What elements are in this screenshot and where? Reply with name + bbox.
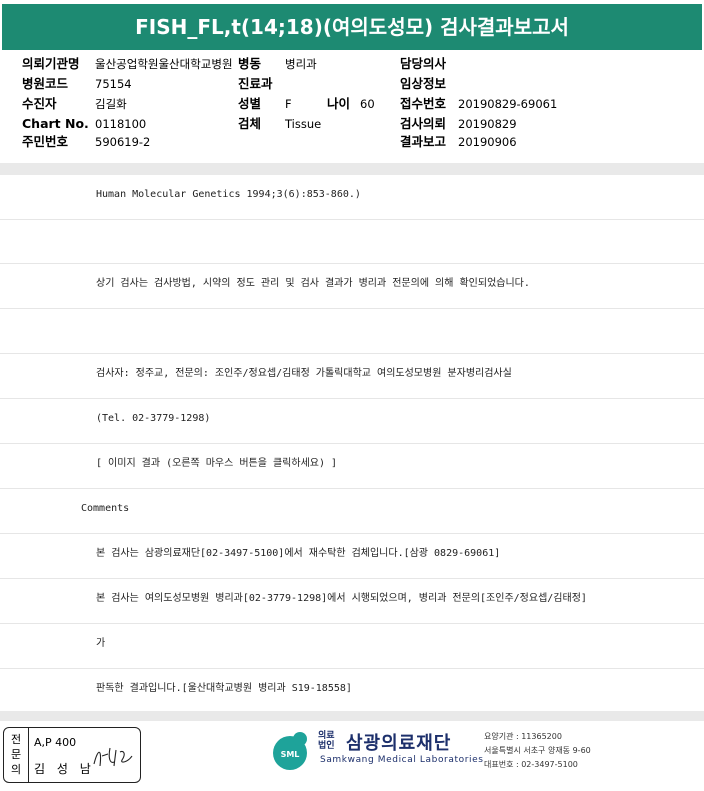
- report-line-text: 가: [96, 638, 106, 649]
- sml-logo-icon: SML: [273, 732, 307, 770]
- sex-label: 성별: [238, 96, 262, 111]
- report-line-text: 상기 검사는 검사방법, 시약의 정도 관리 및 검사 결과가 병리과 전문의에…: [96, 278, 530, 289]
- institution-code: 요양기관 : 11365200: [484, 732, 562, 741]
- receipt-value: 20190829-69061: [458, 97, 558, 111]
- stamp-name: 김 성 남: [34, 762, 95, 776]
- report-date-label: 결과보고: [400, 134, 447, 149]
- age-label: 나이: [327, 96, 351, 111]
- institution-value: 울산공업학원울산대학교병원: [95, 57, 233, 71]
- report-body[interactable]: Human Molecular Genetics 1994;3(6):853-8…: [0, 175, 704, 714]
- chart-label: Chart No.: [22, 116, 89, 131]
- signature-icon: [93, 747, 133, 767]
- logo-name: 삼광의료재단: [346, 733, 452, 754]
- report-line-text: 판독한 결과입니다.[울산대학교병원 병리과 S19-18558]: [96, 683, 352, 694]
- report-line: Human Molecular Genetics 1994;3(6):853-8…: [0, 175, 704, 220]
- sex-value: F: [285, 97, 292, 111]
- report-line: 상기 검사는 검사방법, 시약의 정도 관리 및 검사 결과가 병리과 전문의에…: [0, 264, 704, 309]
- image-result-link[interactable]: [ 이미지 결과 (오른쪽 마우스 버튼을 클릭하세요) ]: [96, 444, 337, 488]
- report-line: (Tel. 02-3779-1298): [0, 399, 704, 444]
- ward-value: 병리과: [285, 57, 317, 71]
- institution-label: 의뢰기관명: [22, 56, 80, 71]
- stamp-side: 전 문 의: [4, 728, 29, 782]
- logo-badge: SML: [281, 750, 300, 759]
- patient-value: 김길화: [95, 97, 127, 111]
- report-line: [0, 219, 704, 264]
- logo-english: Samkwang Medical Laboratories: [320, 755, 484, 765]
- report-line-text: 본 검사는 삼광의료재단[02-3497-5100]에서 재수탁한 검체입니다.…: [96, 548, 501, 559]
- stamp-char: 전: [10, 733, 22, 746]
- specialist-stamp: 전 문 의 A,P 400 김 성 남: [3, 727, 141, 783]
- resident-value: 590619-2: [95, 135, 151, 149]
- ward-label: 병동: [238, 56, 262, 71]
- report-line: 본 검사는 여의도성모병원 병리과[02-3779-1298]에서 시행되었으며…: [0, 579, 704, 624]
- address: 서울특별시 서초구 양재동 9-60: [484, 746, 591, 755]
- phone-number: 대표번호 : 02-3497-5100: [484, 760, 578, 769]
- report-line: 가: [0, 624, 704, 669]
- specimen-label: 검체: [238, 116, 262, 131]
- report-title: FISH_FL,t(14;18)(여의도성모) 검사결과보고서: [2, 4, 702, 50]
- report-line: 검사자: 정주교, 전문의: 조인주/정요셉/김태정 가톨릭대학교 여의도성모병…: [0, 354, 704, 399]
- report-header: 의뢰기관명 울산공업학원울산대학교병원 병동 병리과 담당의사 병원코드 751…: [0, 52, 704, 159]
- image-result-row[interactable]: [ 이미지 결과 (오른쪽 마우스 버튼을 클릭하세요) ]: [0, 444, 704, 489]
- request-label: 검사의뢰: [400, 116, 447, 131]
- bottom-separator: [0, 711, 704, 721]
- report-line: 본 검사는 삼광의료재단[02-3497-5100]에서 재수탁한 검체입니다.…: [0, 534, 704, 579]
- logo-subtitle: 의료법인: [318, 731, 335, 751]
- report-line-text: Human Molecular Genetics 1994;3(6):853-8…: [96, 189, 361, 200]
- hospital-code-label: 병원코드: [22, 76, 69, 91]
- receipt-label: 접수번호: [400, 96, 447, 111]
- report-line-text: 본 검사는 여의도성모병원 병리과[02-3779-1298]에서 시행되었으며…: [96, 593, 587, 604]
- top-separator: [0, 163, 704, 175]
- report-line: [0, 309, 704, 354]
- stamp-char: 문: [10, 748, 22, 761]
- report-line: 판독한 결과입니다.[울산대학교병원 병리과 S19-18558]: [0, 669, 704, 714]
- title-bar: FISH_FL,t(14;18)(여의도성모) 검사결과보고서: [0, 0, 704, 52]
- report-line-text: 검사자: 정주교, 전문의: 조인주/정요셉/김태정 가톨릭대학교 여의도성모병…: [96, 368, 512, 379]
- specimen-value: Tissue: [285, 117, 322, 131]
- report-line: Comments: [0, 489, 704, 534]
- stamp-license: A,P 400: [34, 736, 77, 749]
- comments-heading: Comments: [81, 503, 130, 514]
- doctor-label: 담당의사: [400, 56, 447, 71]
- request-value: 20190829: [458, 117, 517, 131]
- clinical-info-label: 임상정보: [400, 76, 447, 91]
- report-footer: 전 문 의 A,P 400 김 성 남 SML 의료법인 삼광의료재단 Samk…: [0, 721, 704, 791]
- resident-label: 주민번호: [22, 134, 69, 149]
- report-date-value: 20190906: [458, 135, 517, 149]
- patient-label: 수진자: [22, 96, 57, 111]
- department-label: 진료과: [238, 76, 273, 91]
- report-line-text: (Tel. 02-3779-1298): [96, 413, 211, 424]
- age-value: 60: [360, 97, 375, 111]
- hospital-code-value: 75154: [95, 77, 132, 91]
- chart-value: 0118100: [95, 117, 147, 131]
- stamp-char: 의: [10, 763, 22, 776]
